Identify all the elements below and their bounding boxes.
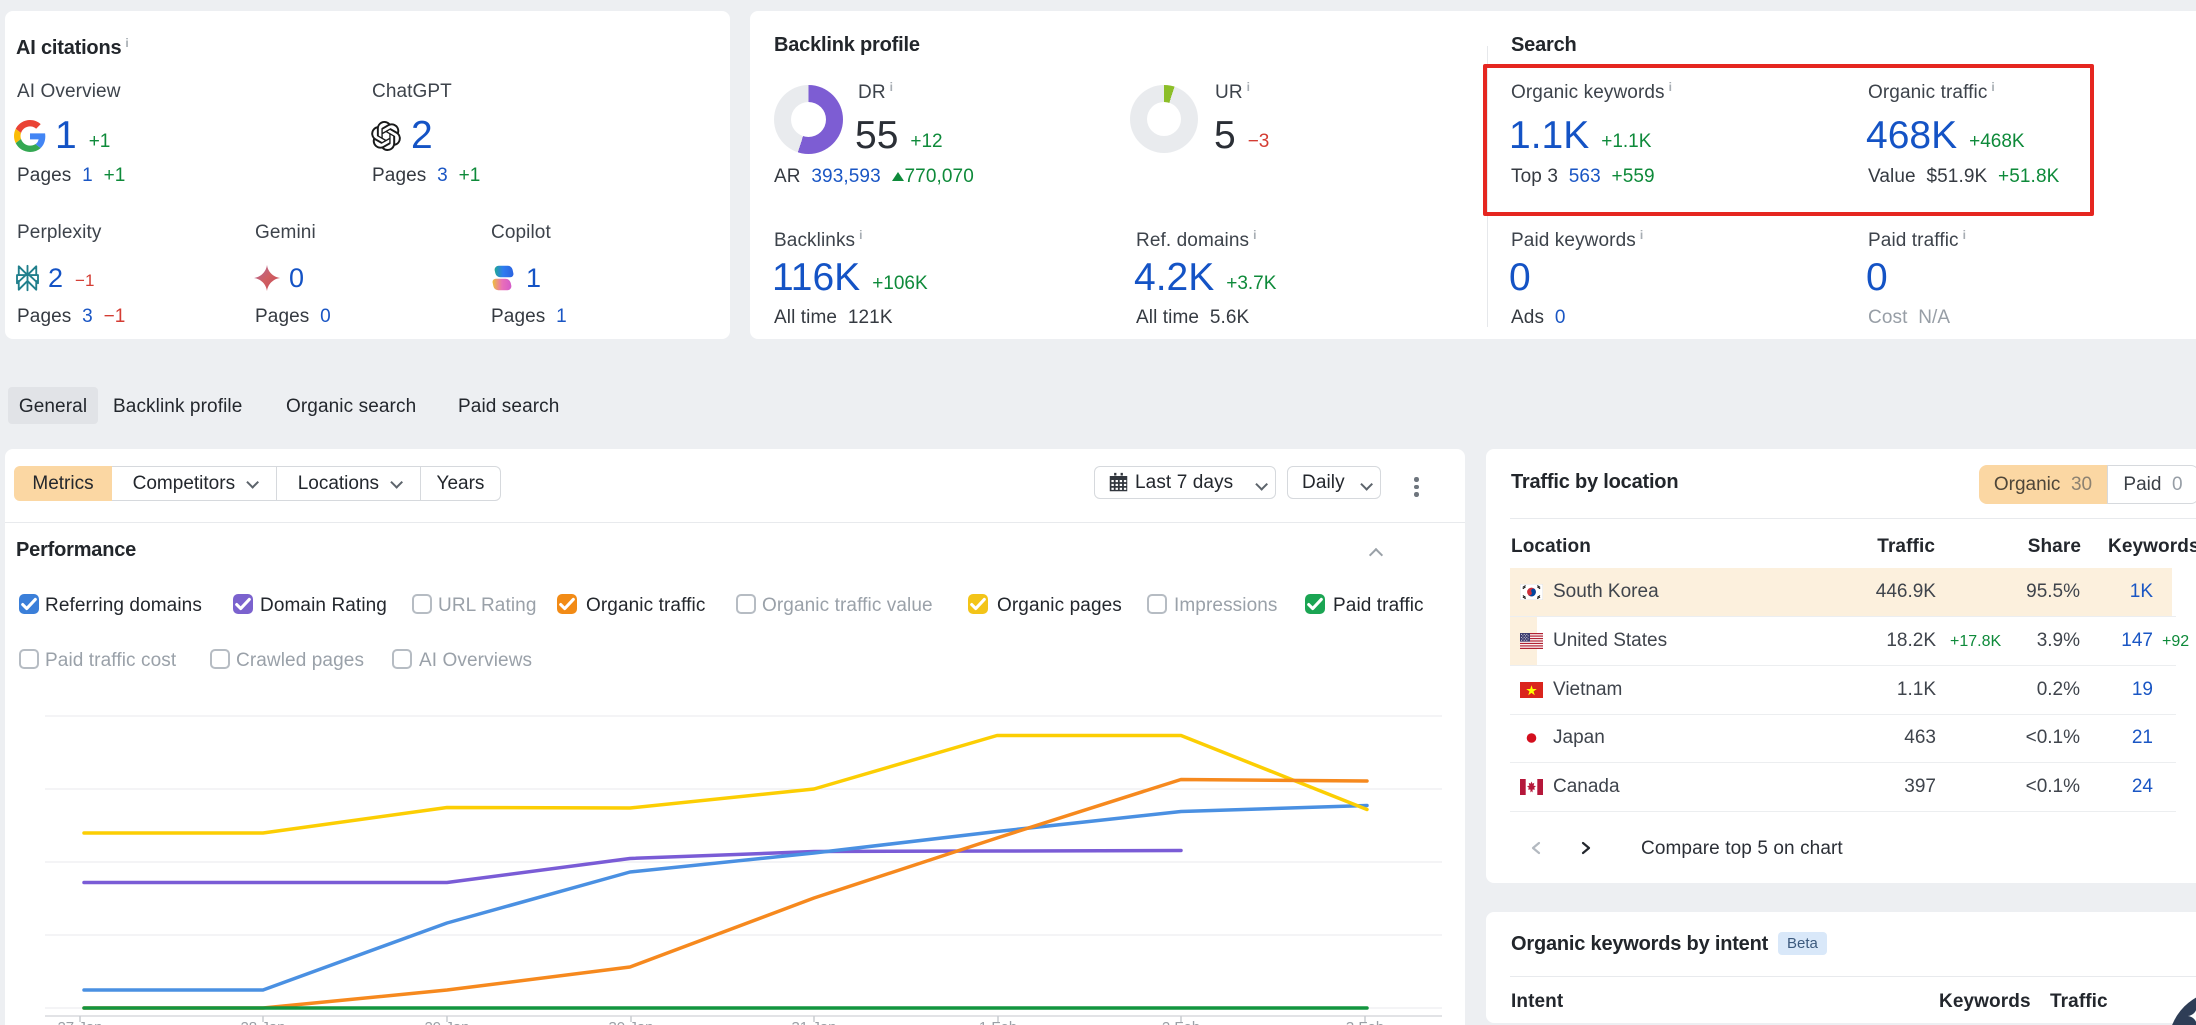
svg-text:30 Jan: 30 Jan [608, 1019, 653, 1025]
svg-text:1 Feb: 1 Feb [979, 1019, 1017, 1025]
svg-text:2 Feb: 2 Feb [1162, 1019, 1200, 1025]
svg-text:3 Feb: 3 Feb [1346, 1019, 1384, 1025]
svg-text:27 Jan: 27 Jan [57, 1019, 102, 1025]
svg-text:31 Jan: 31 Jan [791, 1019, 836, 1025]
svg-text:29 Jan: 29 Jan [424, 1019, 469, 1025]
svg-text:28 Jan: 28 Jan [240, 1019, 285, 1025]
